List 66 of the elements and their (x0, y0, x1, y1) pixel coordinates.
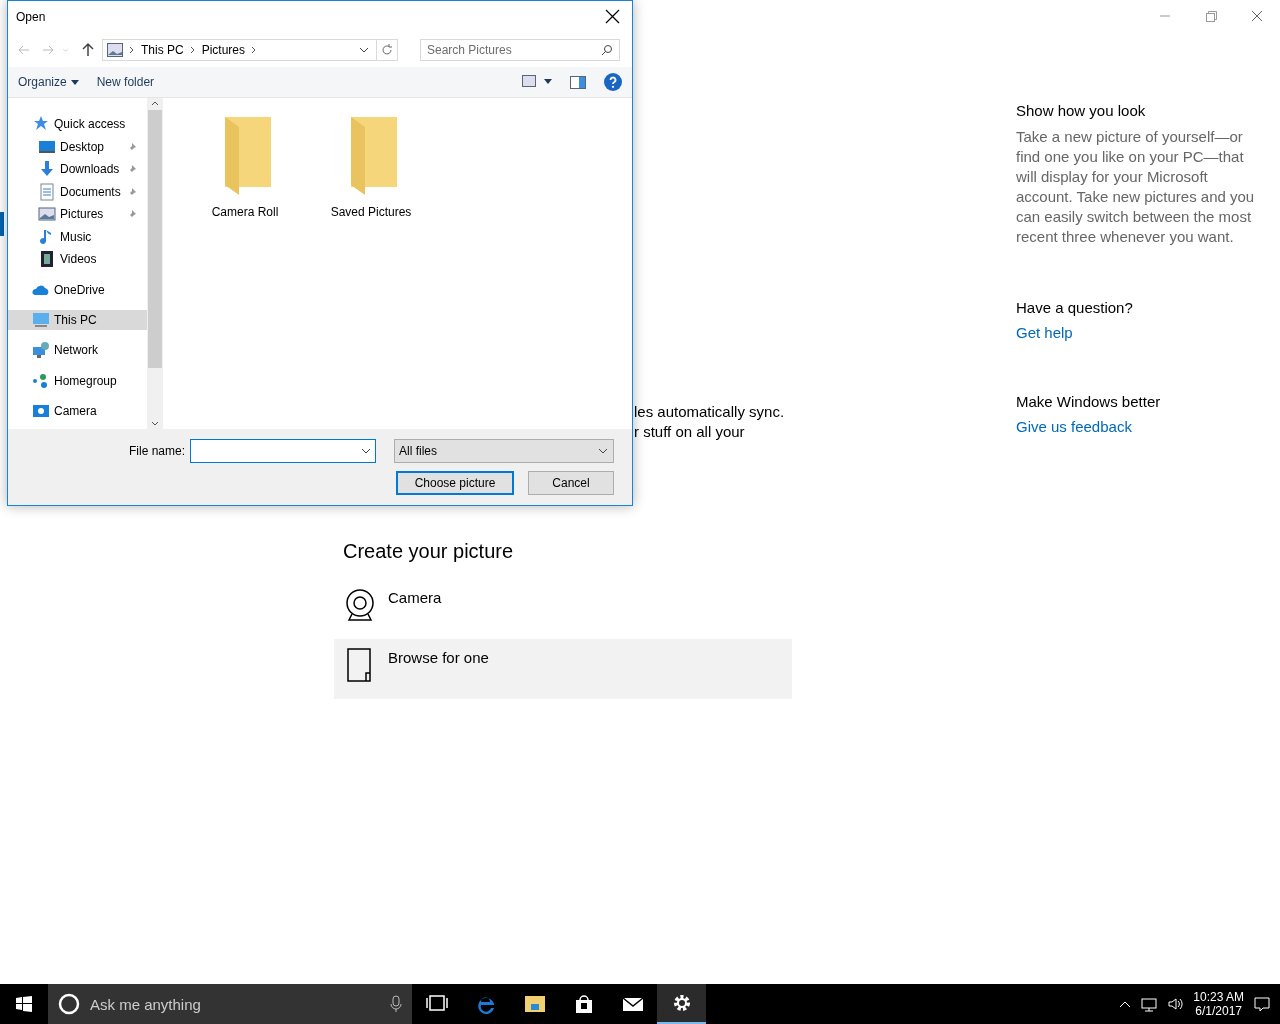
selection-indicator (0, 212, 4, 236)
search-field[interactable]: Search Pictures (420, 39, 620, 61)
notification-icon[interactable] (1254, 996, 1270, 1012)
nav-item[interactable]: Homegroup (8, 370, 147, 391)
network-icon[interactable] (1141, 996, 1158, 1012)
section-heading: Create your picture (343, 540, 515, 563)
nav-item[interactable]: Pictures (8, 204, 147, 225)
caret-icon (70, 79, 79, 85)
clock-date[interactable]: 6/1/2017 (1195, 1004, 1242, 1018)
windows-logo-icon[interactable] (16, 996, 32, 1012)
picture-option[interactable]: Browse for one (334, 639, 792, 699)
folder-item[interactable]: Saved Pictures (321, 114, 421, 220)
homegroup-icon (32, 371, 50, 390)
taskbar-search-field[interactable]: Ask me anything (48, 984, 412, 1024)
document-icon (38, 182, 56, 201)
description-text: r stuff on all your (634, 422, 746, 442)
clock-time[interactable]: 10:23 AM (1193, 990, 1244, 1004)
address-bar[interactable]: This PC Pictures (102, 39, 398, 61)
file-name-field[interactable] (190, 439, 376, 463)
preview-pane-icon[interactable] (570, 75, 586, 89)
nav-item[interactable]: OneDrive (8, 279, 147, 300)
breadcrumb-item[interactable]: This PC (141, 43, 184, 57)
video-icon (38, 250, 56, 269)
network-icon (32, 341, 50, 360)
nav-item[interactable]: Documents (8, 181, 147, 202)
pc-icon (32, 310, 50, 329)
dialog-button[interactable]: Choose picture (396, 471, 514, 495)
taskbar-app[interactable] (657, 984, 706, 1024)
nav-item[interactable]: This PC (8, 309, 147, 331)
microphone-icon[interactable] (390, 995, 402, 1013)
nav-item[interactable]: Desktop (8, 136, 147, 157)
chevron-icon (189, 46, 196, 54)
speaker-icon[interactable] (1167, 996, 1184, 1012)
chevron-icon (129, 46, 135, 54)
file-type-dropdown[interactable]: All files (394, 439, 614, 463)
circle-icon (58, 993, 80, 1015)
picture-icon (107, 43, 123, 57)
folder-icon (523, 993, 546, 1015)
view-options-icon[interactable] (522, 75, 552, 89)
organize-button[interactable]: Organize (18, 75, 79, 89)
description-text: les automatically sync. (634, 402, 786, 422)
search-icon (601, 44, 613, 56)
dialog-title: Open (16, 10, 46, 24)
file-name-label: File name: (128, 444, 185, 458)
nav-item[interactable]: Network (8, 340, 147, 361)
side-heading: Make Windows better (1016, 393, 1162, 410)
chevron-icon (251, 46, 258, 54)
nav-item[interactable]: Camera (8, 400, 147, 422)
nav-item[interactable]: Videos (8, 249, 147, 270)
nav-item[interactable]: Quick access (8, 114, 147, 135)
folder-item[interactable]: Camera Roll (195, 114, 295, 220)
picture-option[interactable]: Camera (334, 579, 792, 639)
side-paragraph: Take a new picture of yourself—or find one you like on your PC—that will display for your Microsoft account. Take new pictures and you can easily switch between the most recent three whenever you want. (1016, 127, 1256, 247)
help-link[interactable]: Get help (1016, 324, 1256, 341)
nav-item[interactable]: Music (8, 226, 147, 247)
scrollbar[interactable] (147, 98, 163, 429)
side-heading: Show how you look (1016, 102, 1147, 119)
help-icon[interactable] (604, 73, 622, 91)
new-folder-button[interactable]: New folder (96, 75, 155, 89)
picture-icon (38, 205, 56, 224)
dialog-button[interactable]: Cancel (528, 471, 614, 495)
chevron-up-icon[interactable] (1119, 1000, 1132, 1008)
breadcrumb-item[interactable]: Pictures (201, 43, 246, 57)
side-heading: Have a question? (1016, 299, 1134, 316)
nav-item[interactable]: Downloads (8, 159, 147, 180)
help-link[interactable]: Give us feedback (1016, 418, 1256, 435)
